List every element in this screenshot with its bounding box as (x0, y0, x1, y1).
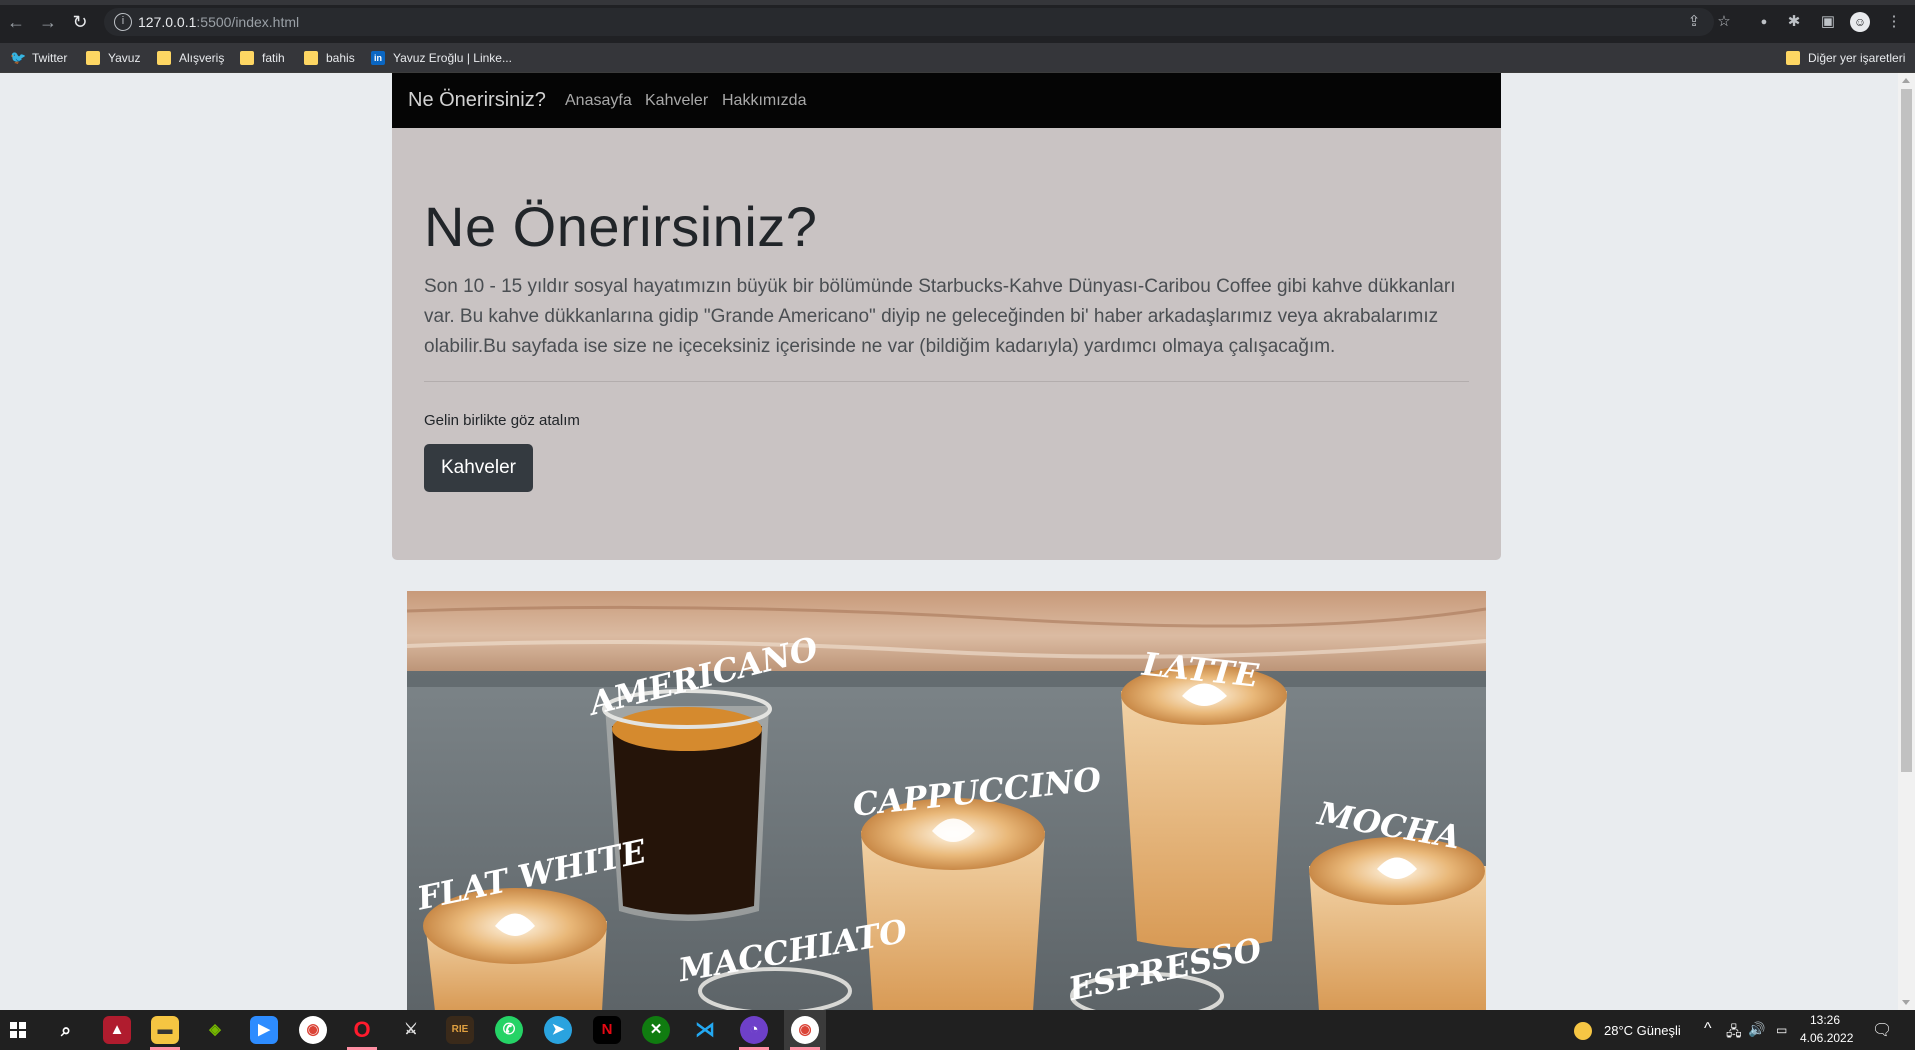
tab-strip (0, 0, 1915, 5)
chrome-icon[interactable]: ◉ (299, 1016, 327, 1044)
twitter-icon: 🐦 (10, 50, 27, 65)
network-icon[interactable]: 🖧 (1726, 1021, 1742, 1045)
bookmark-star-icon[interactable]: ☆ (1714, 12, 1734, 32)
nav-link-anasayfa[interactable]: Anasayfa (565, 92, 632, 110)
menu-kebab-icon[interactable]: ⋮ (1884, 12, 1904, 32)
bookmarks-bar: 🐦 Twitter Yavuz Alışveriş fatih bahis in Y… (0, 43, 1915, 73)
nav-link-kahveler[interactable]: Kahveler (645, 92, 708, 110)
weather-text[interactable]: 28°C Güneşli (1604, 1023, 1681, 1038)
address-bar[interactable]: i 127.0.0.1:5500/index.html ⇪ (104, 8, 1714, 36)
bookmark-twitter[interactable]: 🐦 Twitter (10, 49, 67, 67)
reload-icon[interactable]: ↻ (70, 12, 90, 32)
opera-icon[interactable]: O (348, 1016, 376, 1044)
back-icon[interactable]: ← (6, 12, 26, 32)
forward-icon[interactable]: → (38, 12, 58, 32)
extensions-puzzle-icon[interactable]: ✱ (1784, 12, 1804, 32)
info-icon[interactable]: i (114, 13, 132, 31)
file-explorer-icon[interactable]: ▬ (151, 1016, 179, 1044)
game-launcher-icon[interactable]: RIE (446, 1016, 474, 1044)
hero-subtext: Gelin birlikte göz atalım (424, 412, 580, 429)
zoom-icon[interactable]: ▶ (250, 1016, 278, 1044)
vscode-icon[interactable]: ⋊ (691, 1016, 719, 1044)
xbox-icon[interactable]: ✕ (642, 1016, 670, 1044)
profile-avatar-icon[interactable]: ☺ (1850, 12, 1870, 32)
search-icon[interactable]: ⌕ (52, 1016, 80, 1044)
hero-lead: Son 10 - 15 yıldır sosyal hayatımızın bü… (424, 276, 1456, 357)
url-path: :5500/index.html (196, 14, 300, 30)
whatsapp-icon[interactable]: ✆ (495, 1016, 523, 1044)
tray-chevron-icon[interactable]: ^ (1704, 1020, 1712, 1038)
battery-icon[interactable]: ▭ (1776, 1023, 1787, 1037)
windows-start-icon[interactable] (10, 1022, 26, 1038)
clock-time[interactable]: 13:26 (1810, 1013, 1840, 1027)
navbar-brand[interactable]: Ne Önerirsiniz? (408, 89, 546, 112)
nav-link-hakkimizda[interactable]: Hakkımızda (722, 92, 806, 110)
clock-date[interactable]: 4.06.2022 (1800, 1031, 1853, 1045)
page-scrollbar[interactable] (1898, 73, 1915, 1010)
game-app-icon[interactable]: ⚔ (397, 1016, 425, 1044)
scroll-up-arrow-icon[interactable] (1902, 78, 1910, 83)
scroll-down-arrow-icon[interactable] (1902, 1000, 1910, 1005)
site-navbar: Ne Önerirsiniz? Anasayfa Kahveler Hakkım… (392, 73, 1501, 128)
windows-taskbar: ⌕ ▲ ▬ ◈ ▶ ◉ O ⚔ RIE ✆ ➤ N ✕ ⋊ ◔ ◉ 28°C G… (0, 1010, 1915, 1050)
chrome-taskbar-active[interactable]: ◉ (784, 1010, 826, 1050)
bookmark-linkedin[interactable]: in Yavuz Eroğlu | Linke... (371, 49, 512, 67)
browser-toolbar: ← → ↻ i 127.0.0.1:5500/index.html ⇪ ☆ ● … (0, 0, 1915, 43)
weather-sun-icon[interactable] (1574, 1022, 1592, 1040)
app-icon-red[interactable]: ▲ (103, 1016, 131, 1044)
share-icon[interactable]: ⇪ (1684, 12, 1704, 32)
bookmark-label: Yavuz Eroğlu | Linke... (393, 51, 512, 65)
folder-icon (1786, 51, 1800, 65)
bookmark-yavuz[interactable]: Yavuz (86, 49, 140, 67)
bookmark-bahis[interactable]: bahis (304, 49, 355, 67)
url-text[interactable]: 127.0.0.1:5500/index.html (138, 14, 299, 30)
folder-icon (304, 51, 318, 65)
other-bookmarks[interactable]: Diğer yer işaretleri (1786, 49, 1905, 67)
folder-icon (86, 51, 100, 65)
bookmark-label: Twitter (32, 51, 68, 65)
linkedin-icon: in (371, 51, 385, 65)
nvidia-icon[interactable]: ◈ (201, 1016, 229, 1044)
bookmark-label: fatih (262, 51, 285, 65)
bookmark-label: bahis (326, 51, 355, 65)
side-panel-icon[interactable]: ▣ (1818, 12, 1838, 32)
volume-icon[interactable]: 🔊 (1748, 1021, 1765, 1038)
notifications-icon[interactable]: 🗨 (1872, 1020, 1892, 1040)
kahveler-button[interactable]: Kahveler (424, 444, 533, 492)
hero-divider (424, 381, 1469, 382)
scrollbar-thumb[interactable] (1901, 89, 1912, 772)
bookmark-alisveris[interactable]: Alışveriş (157, 49, 224, 67)
bookmark-fatih[interactable]: fatih (240, 49, 285, 67)
other-bookmarks-label: Diğer yer işaretleri (1808, 51, 1906, 65)
page-viewport: Ne Önerirsiniz? Anasayfa Kahveler Hakkım… (0, 73, 1915, 1010)
url-host: 127.0.0.1 (138, 14, 197, 30)
folder-icon (240, 51, 254, 65)
hero-title: Ne Önerirsiniz? (424, 195, 818, 258)
bookmark-label: Alışveriş (179, 51, 225, 65)
bookmark-label: Yavuz (108, 51, 141, 65)
chrome-icon: ◉ (791, 1016, 819, 1044)
folder-icon (157, 51, 171, 65)
netflix-icon[interactable]: N (593, 1016, 621, 1044)
hero-jumbotron: Ne Önerirsiniz? Son 10 - 15 yıldır sosya… (392, 128, 1501, 560)
telegram-icon[interactable]: ➤ (544, 1016, 572, 1044)
extension-dot-icon[interactable]: ● (1754, 12, 1774, 32)
coffee-types-image: AMERICANO LATTE CAPPUCCINO FLAT WHITE MO… (407, 591, 1486, 1010)
github-desktop-icon[interactable]: ◔ (740, 1016, 768, 1044)
coffee-illustration: AMERICANO LATTE CAPPUCCINO FLAT WHITE MO… (407, 591, 1486, 1010)
